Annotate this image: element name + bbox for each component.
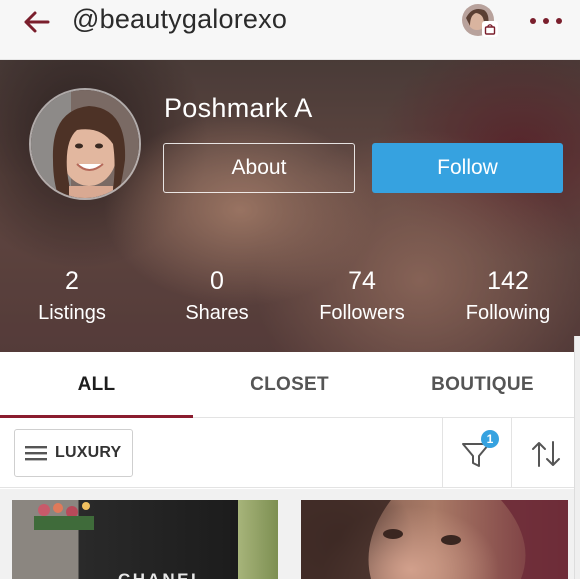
hamburger-icon — [25, 446, 47, 461]
stat-value: 142 — [487, 267, 529, 295]
profile-photo[interactable] — [29, 88, 141, 200]
scrollbar[interactable] — [574, 336, 580, 579]
more-dots-icon — [530, 18, 536, 24]
profile-name: Poshmark A — [164, 93, 313, 123]
shopping-bag-icon[interactable] — [482, 21, 498, 37]
luxury-filter-button[interactable]: LUXURY — [14, 429, 133, 477]
divider — [442, 418, 443, 488]
stat-listings[interactable]: 2 Listings — [2, 266, 142, 328]
listing-card[interactable]: CHANEL — [12, 500, 278, 579]
stat-following[interactable]: 142 Following — [438, 266, 578, 328]
more-dot — [543, 18, 549, 24]
listing-card[interactable] — [301, 500, 568, 579]
stat-followers[interactable]: 74 Followers — [292, 266, 432, 328]
closet-tabs: ALL CLOSET BOUTIQUE — [0, 352, 580, 418]
stat-shares[interactable]: 0 Shares — [147, 266, 287, 328]
luxury-label: LUXURY — [55, 444, 122, 461]
filter-count-badge: 1 — [481, 430, 499, 448]
more-dot — [556, 18, 562, 24]
stat-label: Shares — [185, 302, 249, 324]
stat-value: 2 — [65, 267, 79, 295]
profile-handle: @beautygalorexo — [72, 4, 288, 34]
profile-cover: Poshmark A About Follow 2 Listings 0 Sha… — [0, 60, 580, 352]
follow-button[interactable]: Follow — [372, 143, 563, 193]
sort-button[interactable] — [528, 434, 564, 474]
divider — [511, 418, 512, 488]
arrow-left-icon — [24, 11, 50, 33]
filter-bar: LUXURY — [0, 418, 580, 488]
stat-label: Listings — [38, 302, 106, 324]
tab-boutique[interactable]: BOUTIQUE — [386, 352, 579, 418]
stat-value: 0 — [210, 267, 224, 295]
stat-label: Following — [465, 302, 551, 324]
top-bar: @beautygalorexo — [0, 0, 580, 60]
listing-brand-text: CHANEL — [118, 570, 204, 579]
listing-image — [34, 502, 94, 530]
more-options-button[interactable] — [530, 10, 562, 32]
tab-closet[interactable]: CLOSET — [193, 352, 386, 418]
about-button[interactable]: About — [163, 143, 355, 193]
sort-arrows-icon — [532, 441, 560, 467]
tab-all[interactable]: ALL — [0, 352, 193, 418]
stat-label: Followers — [319, 302, 405, 324]
listing-image — [301, 500, 568, 579]
back-button[interactable] — [18, 8, 54, 36]
stat-value: 74 — [348, 267, 376, 295]
